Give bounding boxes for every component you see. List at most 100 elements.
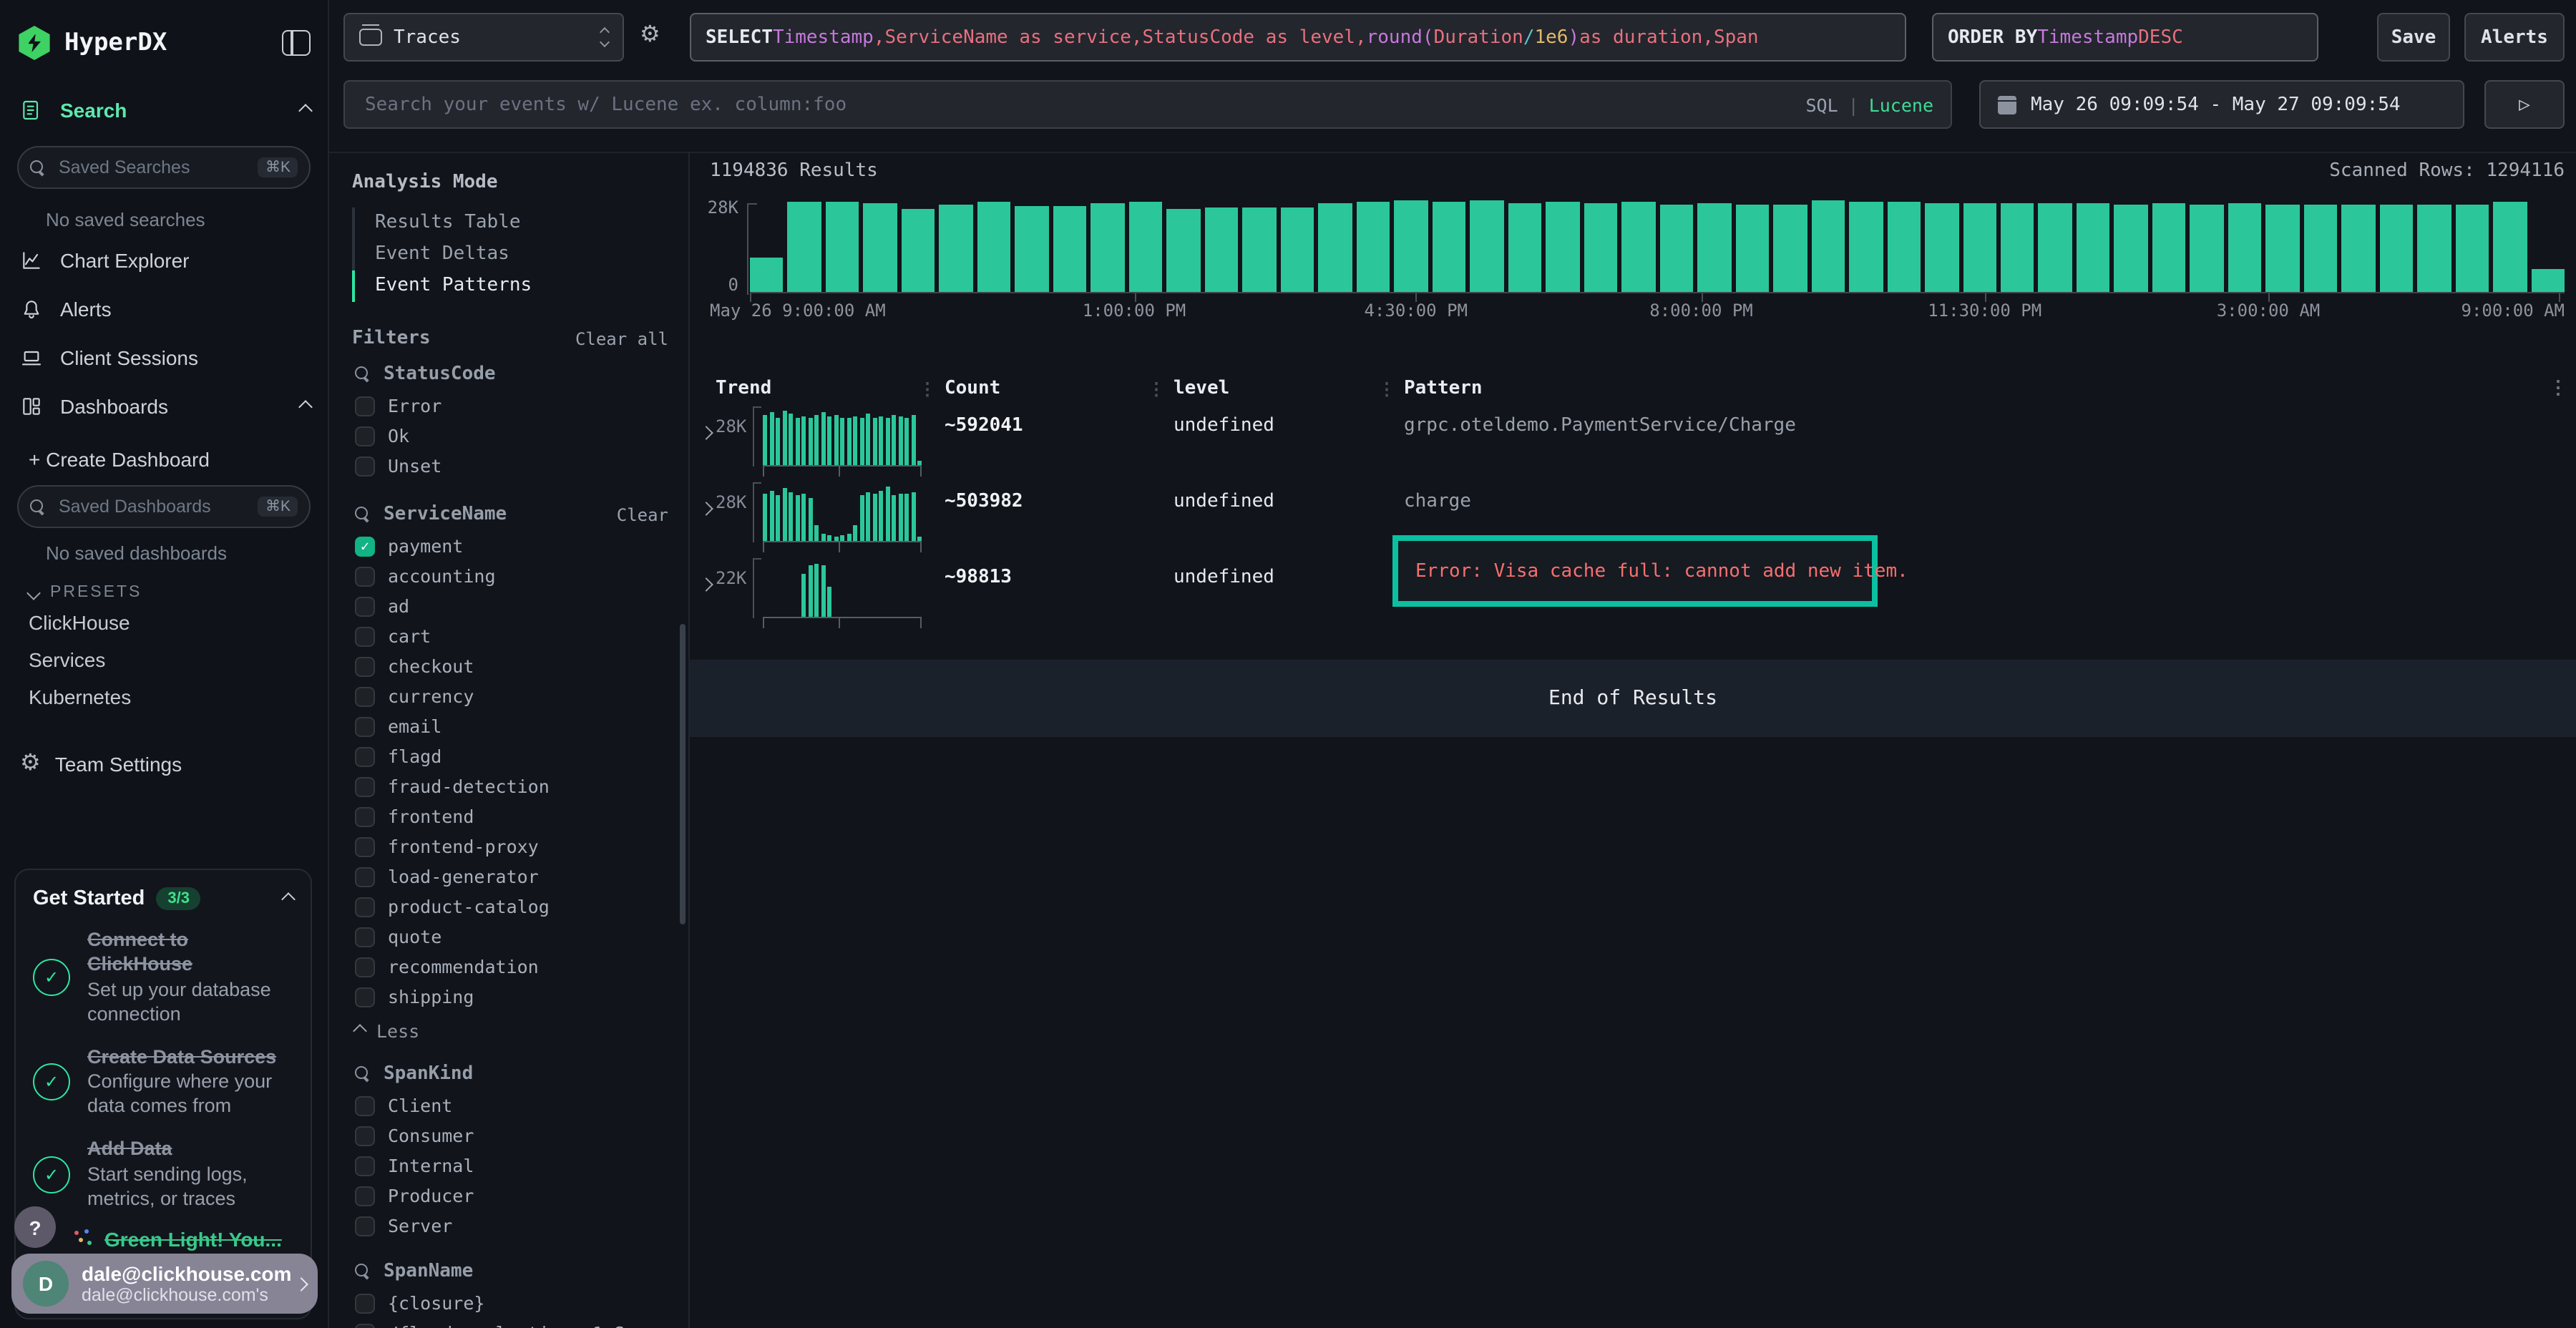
sql-toggle[interactable]: SQL [1805, 94, 1838, 115]
filter-option-server[interactable]: Server [352, 1211, 668, 1241]
show-less-toggle[interactable]: Less [355, 1015, 668, 1046]
expand-chevron-icon[interactable] [699, 502, 713, 516]
checkbox[interactable] [355, 776, 375, 796]
create-dashboard-button[interactable]: + Create Dashboard [17, 431, 311, 474]
checklist-item[interactable]: ✓ Create Data Sources Configure where yo… [33, 1045, 293, 1119]
filter-option-load-generator[interactable]: load-generator [352, 861, 668, 892]
query-language-toggle[interactable]: SQL | Lucene [1805, 94, 1933, 115]
filter-option-ok[interactable]: Ok [352, 421, 668, 451]
filter-option-accounting[interactable]: accounting [352, 561, 668, 591]
checklist-item[interactable]: ✓ Add Data Start sending logs, metrics, … [33, 1138, 293, 1211]
checkbox[interactable] [355, 656, 375, 676]
filter-option-shipping[interactable]: shipping [352, 982, 668, 1012]
table-menu-icon[interactable]: ⋮ [2549, 378, 2567, 399]
filter-option-client[interactable]: Client [352, 1090, 668, 1120]
sidebar-item-team-settings[interactable]: ⚙ Team Settings [17, 753, 311, 776]
checkbox[interactable] [355, 716, 375, 736]
saved-dashboards-input[interactable]: ⌘K [17, 485, 311, 528]
sidebar-item-search[interactable]: Search [17, 86, 311, 135]
search-icon[interactable] [355, 366, 371, 382]
expand-chevron-icon[interactable] [699, 577, 713, 592]
filter-option-consumer[interactable]: Consumer [352, 1120, 668, 1151]
expand-chevron-icon[interactable] [699, 426, 713, 440]
filter-option-quote[interactable]: quote [352, 922, 668, 952]
scrollbar-thumb[interactable] [680, 624, 686, 924]
filter-option-producer[interactable]: Producer [352, 1181, 668, 1211]
checkbox[interactable] [355, 957, 375, 977]
filter-option-fraud-detection[interactable]: fraud-detection [352, 771, 668, 801]
checkbox[interactable] [355, 806, 375, 826]
checklist-item[interactable]: ✓ Connect to ClickHouse Set up your data… [33, 929, 293, 1027]
chevron-up-icon[interactable] [298, 103, 313, 117]
filter-option-error[interactable]: Error [352, 391, 668, 421]
sidebar-item-dashboards[interactable]: Dashboards [17, 382, 311, 431]
checkbox[interactable] [355, 1186, 375, 1206]
checkbox[interactable] [355, 626, 375, 646]
filter-option-flagd[interactable]: flagd [352, 741, 668, 771]
order-by-editor[interactable]: ORDER BY Timestamp DESC [1932, 13, 2318, 62]
column-header-trend[interactable]: Trend [716, 378, 771, 399]
filter-option-email[interactable]: email [352, 711, 668, 741]
filter-option-unset[interactable]: Unset [352, 451, 668, 481]
highlighted-pattern-box[interactable]: Error: Visa cache full: cannot add new i… [1392, 535, 1878, 607]
sidebar-item-chart-explorer[interactable]: Chart Explorer [17, 236, 311, 285]
filter-option-product-catalog[interactable]: product-catalog [352, 892, 668, 922]
sidebar-item-client-sessions[interactable]: Client Sessions [17, 333, 311, 382]
source-select[interactable]: Traces [343, 13, 624, 62]
checkbox[interactable] [355, 426, 375, 446]
column-handle-icon[interactable]: ⋮ [919, 379, 936, 399]
column-header-pattern[interactable]: Pattern [1404, 378, 1483, 399]
sidebar-collapse-icon[interactable] [282, 30, 311, 56]
checkbox[interactable] [355, 836, 375, 856]
run-query-button[interactable]: ▷ [2484, 80, 2565, 129]
lucene-toggle[interactable]: Lucene [1869, 94, 1933, 115]
preset-item-kubernetes[interactable]: Kubernetes [17, 678, 311, 716]
column-handle-icon[interactable]: ⋮ [1148, 379, 1165, 399]
results-histogram[interactable]: 28K 0 [747, 200, 2565, 293]
filter-option-frontend[interactable]: frontend [352, 801, 668, 831]
search-icon[interactable] [355, 1264, 371, 1279]
source-settings-gear-icon[interactable]: ⚙ [640, 24, 660, 47]
filter-option-ad[interactable]: ad [352, 591, 668, 621]
filter-option-closure[interactable]: {closure} [352, 1288, 668, 1318]
chevron-up-icon[interactable] [281, 892, 296, 906]
save-button[interactable]: Save [2377, 13, 2450, 62]
saved-dashboards-field[interactable] [56, 495, 258, 518]
checkbox[interactable] [355, 596, 375, 616]
event-search-input[interactable] [362, 92, 1791, 117]
checkbox[interactable] [355, 396, 375, 416]
checkbox[interactable] [355, 1293, 375, 1313]
mode-event-patterns[interactable]: Event Patterns [355, 270, 668, 302]
filter-option-currency[interactable]: currency [352, 681, 668, 711]
chevron-up-icon[interactable] [298, 399, 313, 414]
column-header-level[interactable]: level [1174, 378, 1229, 399]
checkbox[interactable] [355, 566, 375, 586]
filter-option-recommendation[interactable]: recommendation [352, 952, 668, 982]
checkbox[interactable] [355, 987, 375, 1007]
column-header-count[interactable]: Count [945, 378, 1000, 399]
filter-option-frontend-proxy[interactable]: frontend-proxy [352, 831, 668, 861]
time-range-picker[interactable]: May 26 09:09:54 - May 27 09:09:54 [1979, 80, 2464, 129]
checkbox[interactable] [355, 1216, 375, 1236]
help-button[interactable]: ? [14, 1206, 56, 1248]
clear-link[interactable]: Clear [617, 504, 668, 524]
filter-option-checkout[interactable]: checkout [352, 651, 668, 681]
checkbox[interactable] [355, 456, 375, 476]
alerts-button[interactable]: Alerts [2464, 13, 2565, 62]
column-handle-icon[interactable]: ⋮ [1378, 379, 1395, 399]
filter-option-cart[interactable]: cart [352, 621, 668, 651]
checkbox[interactable] [355, 1095, 375, 1115]
mode-results-table[interactable]: Results Table [355, 208, 668, 239]
sql-select-editor[interactable]: SELECT Timestamp, ServiceName as service… [690, 13, 1906, 62]
checkbox[interactable] [355, 1126, 375, 1146]
search-icon[interactable] [355, 507, 371, 522]
preset-item-clickhouse[interactable]: ClickHouse [17, 604, 311, 641]
checkbox[interactable] [355, 897, 375, 917]
event-search-bar[interactable]: SQL | Lucene [343, 80, 1952, 129]
filter-option-payment[interactable]: ✓payment [352, 531, 668, 561]
checkbox[interactable] [355, 686, 375, 706]
checkbox[interactable] [355, 1323, 375, 1328]
saved-searches-input[interactable]: ⌘K [17, 146, 311, 189]
search-icon[interactable] [355, 1066, 371, 1082]
checkbox[interactable] [355, 1156, 375, 1176]
